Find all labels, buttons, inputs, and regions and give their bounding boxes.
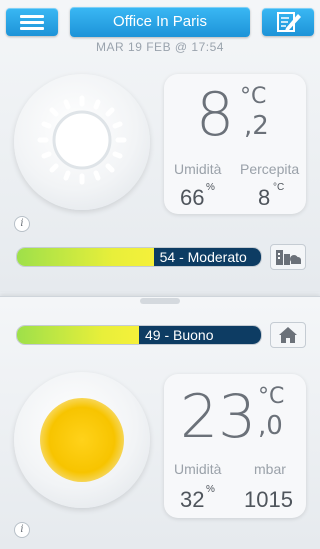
perceived-temp-value: 8 — [258, 185, 271, 210]
outdoor-temp-integer: 8 — [196, 80, 235, 150]
datetime-label: MAR 19 FEB @ 17:54 — [96, 40, 224, 54]
weather-condition-circle — [14, 74, 150, 210]
outdoor-humidity-unit: % — [206, 182, 215, 193]
indoor-aqi-button[interactable] — [270, 322, 306, 348]
perceived-temp-label: Percepita — [240, 161, 300, 177]
indoor-sun-circle — [14, 372, 150, 508]
outdoor-aqi-button[interactable] — [270, 244, 306, 270]
menu-button[interactable] — [6, 8, 58, 36]
menu-icon-line — [20, 27, 44, 30]
indoor-temp-integer: 23 — [180, 382, 257, 452]
city-pollution-icon — [276, 250, 301, 265]
indoor-info-icon[interactable]: i — [14, 522, 30, 538]
sun-outline-icon — [37, 95, 127, 185]
outdoor-air-quality-bar: 54 - Moderato — [16, 247, 262, 267]
outdoor-info-icon[interactable]: i — [14, 216, 30, 232]
outdoor-temp-unit: °C — [240, 84, 267, 109]
indoor-humidity-unit: % — [206, 484, 215, 495]
home-icon — [279, 327, 297, 343]
outdoor-humidity-label: Umidità — [174, 161, 222, 177]
outdoor-humidity-value: 66 — [180, 185, 205, 210]
location-title-button[interactable]: Office In Paris — [70, 7, 250, 37]
indoor-temp-unit: °C — [258, 384, 285, 409]
perceived-temp-unit: °C — [273, 182, 285, 193]
edit-icon — [277, 12, 301, 32]
outdoor-temp-decimal: ,2 — [244, 111, 269, 141]
indoor-air-quality-label: 49 - Buono — [139, 326, 261, 344]
indoor-temp-decimal: ,0 — [258, 411, 283, 441]
outdoor-air-quality-fill — [17, 248, 154, 266]
menu-icon-line — [20, 21, 44, 24]
indoor-humidity-value: 32 — [180, 487, 205, 512]
indoor-air-quality-fill — [17, 326, 139, 344]
sun-icon — [40, 398, 124, 482]
pressure-label: mbar — [254, 461, 286, 477]
pressure-value: 1015 — [244, 487, 293, 512]
menu-icon — [20, 15, 44, 18]
outdoor-air-quality-label: 54 - Moderato — [153, 248, 261, 266]
drag-handle[interactable] — [140, 298, 180, 304]
edit-button[interactable] — [262, 8, 314, 36]
indoor-humidity-label: Umidità — [174, 461, 222, 477]
indoor-air-quality-bar: 49 - Buono — [16, 325, 262, 345]
